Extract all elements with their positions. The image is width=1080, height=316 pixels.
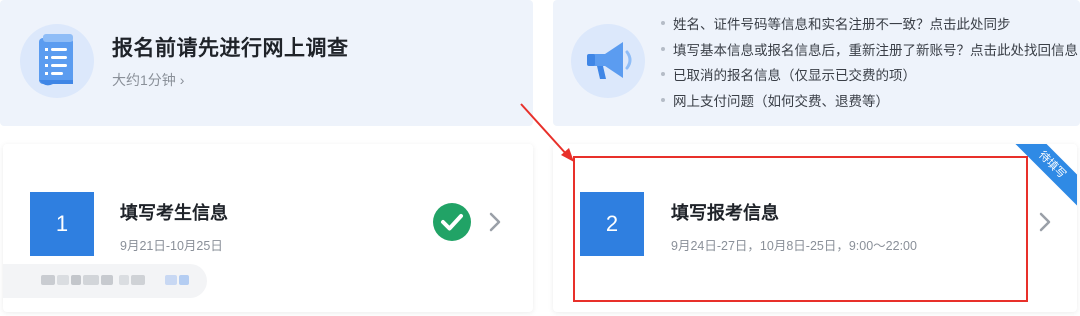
help-link-text: 填写基本信息或报名信息后，重新注册了新账号？点击此处找回信息 xyxy=(673,42,1078,58)
megaphone-icon xyxy=(571,24,645,98)
chevron-right-icon[interactable] xyxy=(485,208,505,236)
survey-duration-link[interactable]: 大约1分钟 › xyxy=(112,70,184,90)
annotation-highlight-box xyxy=(573,156,1028,302)
survey-title: 报名前请先进行网上调查 xyxy=(112,37,349,60)
chevron-right-icon: › xyxy=(179,72,185,88)
help-panel: 姓名、证件号码等信息和实名注册不一致？点击此处同步 填写基本信息或报名信息后，重… xyxy=(553,0,1080,126)
document-list-icon xyxy=(20,24,94,98)
step-dates: 9月21日-10月25日 xyxy=(120,239,223,253)
help-link-text: 姓名、证件号码等信息和实名注册不一致？点击此处同步 xyxy=(673,17,1011,32)
chevron-right-icon[interactable] xyxy=(1035,208,1055,236)
help-links-list: 姓名、证件号码等信息和实名注册不一致？点击此处同步 填写基本信息或报名信息后，重… xyxy=(661,12,1078,114)
bullet-dot xyxy=(661,21,665,26)
help-link-text: 网上支付问题（如何交费、退费等） xyxy=(673,93,889,109)
step-number-badge: 1 xyxy=(30,192,94,256)
help-link-sync-info[interactable]: 姓名、证件号码等信息和实名注册不一致？点击此处同步 xyxy=(661,12,1078,38)
step-card-candidate-info[interactable]: 1 填写考生信息 9月21日-10月25日 xyxy=(3,144,533,312)
check-circle-icon xyxy=(433,203,471,241)
help-link-cancelled-registrations[interactable]: 已取消的报名信息（仅显示已交费的项） xyxy=(661,63,1078,89)
step-title: 填写考生信息 xyxy=(120,203,228,223)
survey-panel[interactable]: 报名前请先进行网上调查 大约1分钟 › xyxy=(0,0,533,126)
bullet-dot xyxy=(661,72,665,77)
help-link-text: 已取消的报名信息（仅显示已交费的项） xyxy=(673,68,916,83)
help-link-payment-issues[interactable]: 网上支付问题（如何交费、退费等） xyxy=(661,89,1078,115)
help-link-recover-info[interactable]: 填写基本信息或报名信息后，重新注册了新账号？点击此处找回信息 xyxy=(661,38,1078,64)
survey-duration-label: 大约1分钟 xyxy=(112,72,176,88)
blurred-candidate-id xyxy=(3,264,207,298)
bullet-dot xyxy=(661,46,665,51)
bullet-dot xyxy=(661,97,665,102)
